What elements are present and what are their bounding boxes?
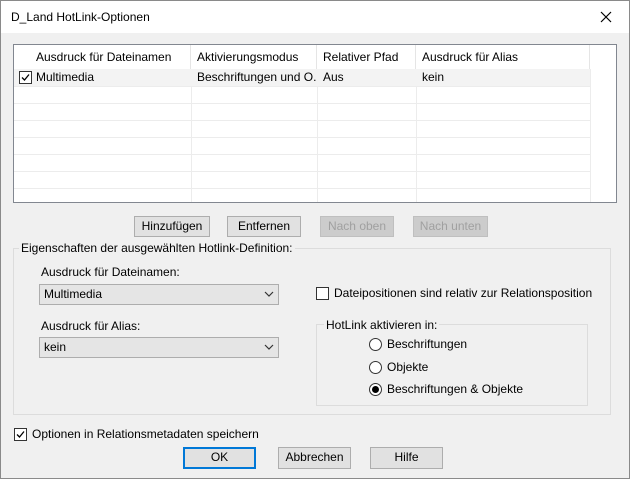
close-button[interactable] — [583, 1, 629, 33]
activate-labels-radio[interactable] — [369, 337, 382, 351]
filename-expression-dropdown[interactable]: Multimedia — [39, 284, 279, 305]
title-bar: D_Land HotLink-Optionen — [1, 1, 629, 33]
chevron-down-icon — [264, 291, 274, 297]
save-in-metadata-option[interactable]: Optionen in Relationsmetadaten speichern — [14, 427, 259, 441]
relative-paths-checkbox[interactable] — [316, 286, 329, 300]
remove-button[interactable]: Entfernen — [227, 216, 301, 237]
help-button[interactable]: Hilfe — [370, 447, 443, 469]
activate-objects-label: Objekte — [387, 360, 429, 374]
column-header-alias[interactable]: Ausdruck für Alias — [416, 45, 590, 69]
chevron-down-icon — [264, 344, 274, 350]
ok-button[interactable]: OK — [183, 447, 256, 469]
activate-labels-label: Beschriftungen — [387, 337, 468, 351]
cancel-button[interactable]: Abbrechen — [278, 447, 351, 469]
activate-option-objects[interactable]: Objekte — [369, 360, 428, 374]
row-cell-filename: Multimedia — [14, 69, 191, 86]
checkmark-icon — [16, 430, 25, 438]
relative-paths-option[interactable]: Dateipositionen sind relativ zur Relatio… — [316, 286, 592, 300]
activate-hotlink-group-label: HotLink aktivieren in: — [324, 318, 440, 332]
alias-expression-value: kein — [44, 340, 67, 354]
activate-option-labels[interactable]: Beschriftungen — [369, 337, 467, 351]
activate-labels-objects-radio[interactable] — [369, 382, 382, 396]
row-filename-text: Multimedia — [36, 70, 95, 84]
move-down-button[interactable]: Nach unten — [413, 216, 488, 237]
properties-group-label: Eigenschaften der ausgewählten Hotlink-D… — [19, 241, 295, 255]
hotlink-options-dialog: D_Land HotLink-Optionen Ausdruck für Dat… — [0, 0, 630, 479]
row-enabled-checkbox[interactable] — [19, 71, 32, 84]
alias-expression-label: Ausdruck für Alias: — [41, 319, 141, 333]
window-title: D_Land HotLink-Optionen — [11, 10, 150, 24]
row-cell-alias: kein — [422, 70, 445, 84]
add-button[interactable]: Hinzufügen — [134, 216, 210, 237]
save-in-metadata-checkbox[interactable] — [14, 427, 27, 441]
filename-expression-value: Multimedia — [44, 287, 103, 301]
row-cell-relative-path: Aus — [323, 70, 344, 84]
alias-expression-dropdown[interactable]: kein — [39, 337, 279, 358]
row-cell-activation-mode: Beschriftungen und O... — [197, 70, 317, 84]
save-in-metadata-label: Optionen in Relationsmetadaten speichern — [32, 427, 259, 441]
close-icon — [600, 11, 612, 23]
column-header-filename[interactable]: Ausdruck für Dateinamen — [14, 45, 191, 69]
list-header: Ausdruck für Dateinamen Aktivierungsmodu… — [14, 45, 616, 69]
activate-labels-objects-label: Beschriftungen & Objekte — [387, 382, 524, 396]
activate-objects-radio[interactable] — [369, 360, 382, 374]
filename-expression-label: Ausdruck für Dateinamen: — [41, 265, 180, 279]
column-header-relative-path[interactable]: Relativer Pfad — [317, 45, 416, 69]
checkmark-icon — [21, 74, 30, 81]
hotlink-list[interactable]: Ausdruck für Dateinamen Aktivierungsmodu… — [13, 44, 617, 203]
column-header-activation-mode[interactable]: Aktivierungsmodus — [191, 45, 317, 69]
relative-paths-label: Dateipositionen sind relativ zur Relatio… — [334, 286, 593, 300]
activate-option-labels-objects[interactable]: Beschriftungen & Objekte — [369, 382, 523, 396]
table-row[interactable]: Multimedia Beschriftungen und O... Aus k… — [14, 69, 590, 86]
move-up-button[interactable]: Nach oben — [320, 216, 394, 237]
